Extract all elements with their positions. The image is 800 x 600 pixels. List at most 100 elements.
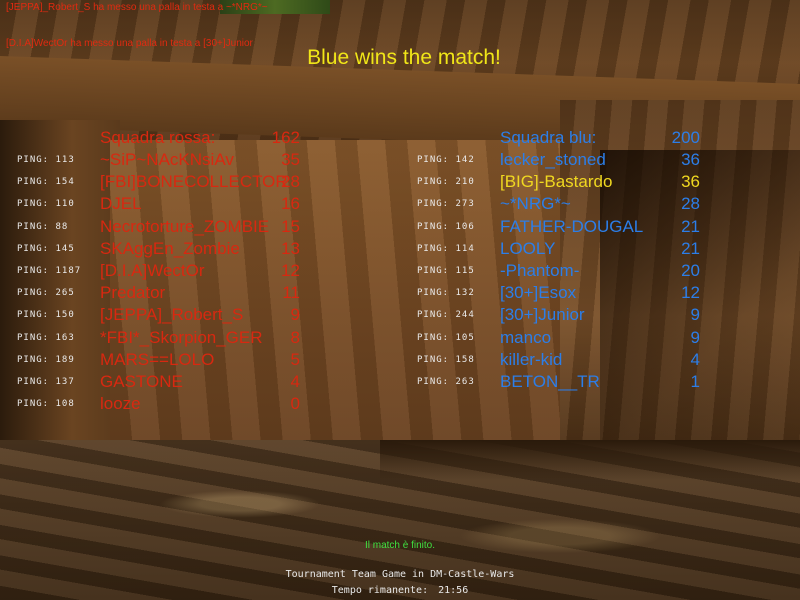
player-score: 0 [290, 394, 300, 414]
ping-label: PING: [417, 332, 450, 343]
player-score: 4 [290, 372, 300, 391]
ping-label: PING: [17, 221, 50, 232]
ping-value: 115 [455, 266, 475, 276]
player-ping: PING: 132 [417, 288, 475, 298]
ping-label: PING: [17, 332, 50, 343]
player-name: GASTONE [100, 372, 183, 391]
ping-label: PING: [17, 377, 50, 387]
player-name: [30+]Junior [500, 305, 585, 325]
kill-message: [JEPPA]_Robert_S ha messo una palla in t… [6, 2, 268, 13]
player-score: 9 [690, 305, 700, 325]
player-row: PING: 210 [BIG]-Bastardo 36 [410, 170, 710, 193]
team-score: 162 [271, 128, 300, 147]
ping-label: PING: [417, 377, 450, 387]
player-name: BETON__TR [500, 372, 600, 391]
player-row: PING: 244 [30+]Junior 9 [410, 303, 710, 326]
ping-value: 189 [55, 354, 75, 365]
ping-value: 113 [55, 155, 75, 165]
team-score: 200 [671, 128, 700, 147]
player-ping: PING: 150 [17, 310, 75, 320]
player-ping: PING: 115 [417, 266, 475, 276]
player-name: -Phantom- [500, 261, 580, 280]
ping-value: 273 [455, 199, 475, 210]
ping-value: 142 [455, 155, 475, 165]
player-name: [FBI]BONECOLLECTOR [100, 172, 288, 192]
player-row: PING: 189 MARS==LOLO 5 [0, 348, 320, 371]
player-ping: PING: 244 [417, 310, 475, 320]
player-name: LOOLY [500, 238, 556, 258]
player-row: PING: 145 SKAggEn_Zombie 13 [0, 237, 320, 260]
player-row: PING: 110 DJEL 16 [0, 192, 320, 215]
floor-shadow [380, 440, 800, 480]
player-score: 36 [681, 172, 700, 192]
ping-value: 163 [55, 332, 75, 343]
red-team-header: Squadra rossa: 162 [0, 126, 320, 149]
player-row: PING: 137 GASTONE 4 [0, 370, 320, 393]
player-ping: PING: 145 [17, 244, 75, 254]
player-score: 8 [290, 327, 300, 347]
player-score: 15 [281, 216, 300, 236]
player-row: PING: 263 BETON__TR 1 [410, 370, 710, 393]
ping-label: PING: [417, 288, 450, 299]
ping-value: 108 [55, 399, 75, 410]
player-ping: PING: 88 [17, 222, 68, 232]
game-mode-info: Tournament Team Game in DM-Castle-Wars [285, 569, 515, 580]
player-name: [D.I.A]WectOr [100, 261, 205, 280]
time-remaining-value: 21:56 [438, 585, 469, 596]
player-name: manco [500, 327, 552, 347]
player-ping: PING: 273 [417, 199, 475, 209]
player-row: PING: 114 LOOLY 21 [410, 237, 710, 260]
player-ping: PING: 113 [17, 155, 75, 165]
player-name: ~SiP~NAcKNsiAv [100, 150, 234, 169]
ping-label: PING: [17, 288, 50, 299]
ping-value: 132 [455, 288, 475, 299]
player-row: PING: 108 looze 0 [0, 392, 320, 415]
player-ping: PING: 154 [17, 177, 75, 187]
player-ping: PING: 158 [417, 355, 475, 365]
player-ping: PING: 137 [17, 377, 75, 387]
ping-label: PING: [17, 354, 50, 365]
match-result-banner: Blue wins the match! [307, 46, 501, 69]
player-score: 11 [282, 283, 300, 303]
ping-value: 1187 [55, 266, 82, 276]
ping-label: PING: [417, 243, 450, 254]
player-ping: PING: 108 [17, 399, 75, 409]
player-name: DJEL [100, 194, 142, 214]
ping-label: PING: [17, 243, 50, 254]
player-score: 28 [681, 194, 700, 214]
ping-value: 110 [55, 199, 75, 210]
player-row: PING: 150 [JEPPA]_Robert_S 9 [0, 303, 320, 326]
player-name: ~*NRG*~ [500, 194, 571, 214]
player-name: Necrotorture_ZOMBIE [100, 216, 270, 236]
player-score: 1 [690, 372, 700, 391]
ping-label: PING: [417, 354, 450, 365]
ping-value: 210 [455, 177, 475, 188]
ping-label: PING: [17, 155, 50, 165]
player-row: PING: 88 Necrotorture_ZOMBIE 15 [0, 215, 320, 238]
player-score: 13 [281, 238, 300, 258]
player-ping: PING: 263 [417, 377, 475, 387]
player-name: MARS==LOLO [100, 349, 215, 369]
player-ping: PING: 105 [417, 333, 475, 343]
ping-value: 88 [55, 221, 69, 232]
ping-value: 265 [55, 288, 75, 299]
player-score: 16 [281, 194, 300, 214]
player-score: 5 [290, 349, 300, 369]
player-ping: PING: 106 [417, 222, 475, 232]
ping-label: PING: [17, 399, 50, 410]
player-name: killer-kid [500, 349, 563, 369]
match-finished-message: Il match è finito. [364, 540, 436, 551]
player-ping: PING: 265 [17, 288, 75, 298]
player-score: 12 [681, 283, 700, 303]
ping-value: 106 [455, 221, 475, 232]
ping-value: 137 [55, 377, 75, 387]
player-ping: PING: 189 [17, 355, 75, 365]
player-score: 28 [281, 172, 300, 192]
player-name: FATHER-DOUGAL [500, 216, 644, 236]
ping-value: 154 [55, 177, 75, 188]
player-row: PING: 105 manco 9 [410, 326, 710, 349]
player-score: 9 [690, 327, 700, 347]
player-row: PING: 132 [30+]Esox 12 [410, 281, 710, 304]
ping-label: PING: [417, 177, 450, 188]
ping-label: PING: [17, 177, 50, 188]
